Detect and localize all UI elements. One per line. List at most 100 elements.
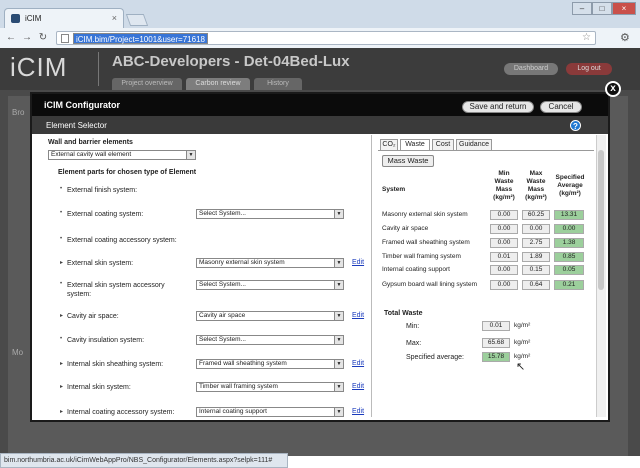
unit-label: kg/m² [514, 322, 531, 329]
system-name: Timber wall framing system [382, 253, 461, 260]
chevron-down-icon: ▼ [334, 360, 343, 368]
bookmark-star-icon[interactable]: ☆ [582, 32, 591, 43]
minimize-button[interactable]: – [572, 2, 592, 15]
tab-guidance[interactable]: Guidance [456, 139, 492, 150]
section-title: Element Selector [46, 121, 107, 130]
element-selector-bar [32, 116, 608, 134]
close-icon[interactable]: x [605, 81, 621, 97]
forward-icon[interactable]: → [20, 31, 34, 45]
edit-link[interactable]: Edit [352, 312, 364, 319]
system-select[interactable]: Cavity air space ▼ [196, 311, 344, 321]
system-select-value: Masonry external skin system [199, 259, 285, 266]
url-text[interactable]: iCIM.bim/Project=1001&user=71618 [73, 33, 208, 44]
help-icon[interactable]: ? [570, 120, 581, 131]
tab-history[interactable]: History [254, 78, 302, 90]
chevron-down-icon: ▼ [334, 259, 343, 267]
waste-min-cell: 0.00 [490, 210, 518, 220]
unit-label: kg/m² [514, 339, 531, 346]
reload-icon[interactable]: ↻ [36, 31, 50, 45]
element-part-label: Internal skin sheathing system: [67, 361, 164, 368]
new-tab-button[interactable] [125, 14, 149, 26]
wall-heading: Wall and barrier elements [48, 139, 133, 146]
waste-spec-cell: 0.05 [554, 265, 584, 275]
row-bullet-icon: • [60, 186, 63, 192]
waste-max-cell: 0.15 [522, 265, 550, 275]
element-parts-panel [42, 135, 372, 417]
system-name: Framed wall sheathing system [382, 239, 470, 246]
logo-divider [98, 52, 99, 86]
row-bullet-icon: ▸ [60, 384, 64, 390]
save-and-return-button[interactable]: Save and return [462, 101, 534, 113]
system-select[interactable]: Select System... ▼ [196, 280, 344, 290]
waste-min-cell: 0.00 [490, 280, 518, 290]
element-part-label: Cavity insulation system: [67, 337, 145, 344]
waste-min-cell: 0.00 [490, 265, 518, 275]
mass-waste-button[interactable]: Mass Waste [382, 155, 434, 167]
total-avg-label: Specified average: [406, 354, 464, 361]
system-select-value: Cavity air space [199, 312, 246, 319]
row-bullet-icon: ▸ [60, 260, 64, 266]
cursor-icon: ↖ [516, 361, 526, 373]
system-select-value: Select System... [199, 281, 246, 288]
address-bar[interactable]: iCIM.bim/Project=1001&user=71618 ☆ [56, 31, 596, 45]
app-logo: iCIM [10, 52, 68, 82]
waste-max-cell: 0.64 [522, 280, 550, 290]
modal-title: iCIM Configurator [44, 100, 120, 110]
close-window-button[interactable]: × [612, 2, 636, 15]
chevron-down-icon: ▼ [334, 408, 343, 416]
col-system-header: System [382, 186, 406, 193]
system-select[interactable]: Select System... ▼ [196, 209, 344, 219]
system-name: Cavity air space [382, 225, 429, 232]
bg-label: Mo [12, 348, 24, 357]
logout-button[interactable]: Log out [566, 63, 612, 75]
tab-cost[interactable]: Cost [432, 139, 454, 150]
system-select-value: Select System... [199, 336, 246, 343]
wall-type-value: External cavity wall element [51, 151, 132, 158]
scrollbar-thumb[interactable] [598, 150, 604, 290]
tab-close-icon[interactable]: × [112, 13, 117, 23]
total-max-label: Max: [406, 340, 422, 347]
system-select[interactable]: Internal coating support ▼ [196, 407, 344, 417]
waste-spec-cell: 0.00 [554, 224, 584, 234]
system-select-value: Timber wall framing system [199, 383, 278, 390]
system-select-value: Select System... [199, 210, 246, 217]
waste-spec-cell: 0.21 [554, 280, 584, 290]
edit-link[interactable]: Edit [352, 360, 364, 367]
browser-tab[interactable]: iCIM × [4, 8, 124, 28]
system-name: Gypsum board wall lining system [382, 281, 478, 288]
chevron-down-icon: ▼ [334, 210, 343, 218]
waste-spec-cell: 13.31 [554, 210, 584, 220]
system-select[interactable]: Select System... ▼ [196, 335, 344, 345]
status-bar: bim.northumbria.ac.uk/iCimWebAppPro/NBS_… [0, 453, 288, 468]
element-part-label: External skin system: [67, 260, 134, 267]
row-bullet-icon: • [60, 336, 63, 342]
edit-link[interactable]: Edit [352, 383, 364, 390]
waste-max-cell: 0.00 [522, 224, 550, 234]
tab-project-overview[interactable]: Project overview [112, 78, 182, 90]
maximize-button[interactable]: □ [592, 2, 612, 15]
system-select[interactable]: Timber wall framing system ▼ [196, 382, 344, 392]
total-min-value: 0.01 [482, 321, 510, 331]
total-avg-value: 15.78 [482, 352, 510, 362]
col-min-header: Min Waste Mass (kg/m²) [493, 170, 515, 201]
system-select-value: Internal coating support [199, 408, 267, 415]
edit-link[interactable]: Edit [352, 408, 364, 415]
waste-min-cell: 0.01 [490, 252, 518, 262]
tab-co2[interactable]: CO₂ [380, 139, 398, 150]
back-icon[interactable]: ← [4, 31, 18, 45]
wrench-icon[interactable]: ⚙ [620, 31, 630, 44]
waste-max-cell: 2.75 [522, 238, 550, 248]
element-part-label: External coating accessory system: [67, 237, 177, 244]
dashboard-button[interactable]: Dashboard [504, 63, 558, 75]
cancel-button[interactable]: Cancel [540, 101, 582, 113]
system-select[interactable]: Framed wall sheathing system ▼ [196, 359, 344, 369]
waste-max-cell: 1.89 [522, 252, 550, 262]
waste-spec-cell: 0.85 [554, 252, 584, 262]
system-name: Masonry external skin system [382, 211, 468, 218]
edit-link[interactable]: Edit [352, 259, 364, 266]
tab-carbon-review[interactable]: Carbon review [186, 78, 250, 90]
element-part-label: External coating system: [67, 211, 144, 218]
row-bullet-icon: • [60, 281, 63, 287]
system-select[interactable]: Masonry external skin system ▼ [196, 258, 344, 268]
wall-type-select[interactable]: External cavity wall element ▼ [48, 150, 196, 160]
